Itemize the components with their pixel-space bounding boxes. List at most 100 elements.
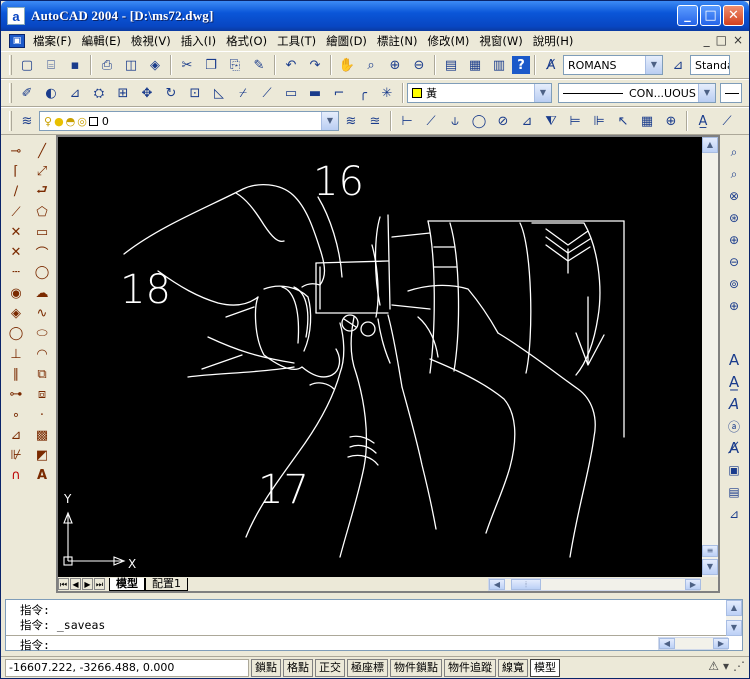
osnap-settings-icon[interactable]: ∩ bbox=[6, 466, 26, 486]
aligned-dimension-icon[interactable]: ⟋ bbox=[420, 110, 442, 132]
justify-text-icon[interactable]: ▤ bbox=[724, 481, 744, 503]
make-block-icon[interactable]: ⧈ bbox=[32, 385, 52, 405]
quick-leader-icon[interactable]: ↖ bbox=[612, 110, 634, 132]
polar-tracking-icon[interactable]: ⊸ bbox=[6, 141, 26, 161]
toggle-ortho[interactable]: 正交 bbox=[315, 658, 345, 677]
text-style-icon[interactable]: A̸ bbox=[540, 54, 562, 76]
multiline-text-icon[interactable]: A bbox=[32, 466, 52, 486]
command-window[interactable]: 指令: 指令: _saveas 指令: ▲ ▼ ◀ ▶ bbox=[5, 599, 743, 653]
zoom-window-icon[interactable]: ⊕ bbox=[384, 54, 406, 76]
move-tool-icon[interactable]: ✥ bbox=[136, 82, 158, 104]
hatch-icon[interactable]: ▩ bbox=[32, 425, 52, 445]
trim-tool-icon[interactable]: ⌿ bbox=[232, 82, 254, 104]
region-icon[interactable]: ◩ bbox=[32, 445, 52, 465]
snap-none-icon[interactable]: ⊮ bbox=[6, 445, 26, 465]
save-icon[interactable]: ▪ bbox=[64, 54, 86, 76]
properties-icon[interactable]: ▤ bbox=[440, 54, 462, 76]
maximize-button[interactable]: □ bbox=[700, 5, 721, 26]
linear-dimension-icon[interactable]: ⊢ bbox=[396, 110, 418, 132]
command-scrollbar[interactable]: ▲ ▼ bbox=[726, 600, 742, 636]
tolerance-icon[interactable]: ▦ bbox=[636, 110, 658, 132]
next-tab-button[interactable]: ▶ bbox=[82, 578, 93, 590]
convert-distance-icon[interactable]: ⊿ bbox=[724, 503, 744, 525]
rectangle-icon[interactable]: ▭ bbox=[32, 222, 52, 242]
zoom-center-icon[interactable]: ⊛ bbox=[724, 207, 744, 229]
snap-quadrant-icon[interactable]: ◈ bbox=[6, 303, 26, 323]
scale-text-icon[interactable]: ▣ bbox=[724, 459, 744, 481]
zoom-scale-icon[interactable]: ⊗ bbox=[724, 185, 744, 207]
menu-dimension[interactable]: 標註(N) bbox=[373, 33, 424, 49]
menu-insert[interactable]: 插入(I) bbox=[177, 33, 222, 49]
stretch-tool-icon[interactable]: ◺ bbox=[208, 82, 230, 104]
snap-midpoint-icon[interactable]: ⟋ bbox=[6, 202, 26, 222]
edit-text-icon[interactable]: A bbox=[724, 393, 744, 415]
quick-dimension-icon[interactable]: ⧨ bbox=[540, 110, 562, 132]
scroll-right-button[interactable]: ▶ bbox=[685, 579, 701, 590]
scroll-up-button[interactable]: ▲ bbox=[702, 137, 718, 153]
layer-manager-icon[interactable]: ≋ bbox=[16, 110, 38, 132]
document-icon[interactable]: ▣ bbox=[9, 34, 25, 48]
center-mark-icon[interactable]: ⊕ bbox=[660, 110, 682, 132]
scale-tool-icon[interactable]: ⊡ bbox=[184, 82, 206, 104]
status-menu-icon[interactable]: ▾ bbox=[723, 659, 729, 673]
design-center-icon[interactable]: ▦ bbox=[464, 54, 486, 76]
toggle-snap[interactable]: 鎖點 bbox=[251, 658, 281, 677]
layer-previous-button-icon[interactable]: ≊ bbox=[364, 110, 386, 132]
zoom-all-icon[interactable]: ⊚ bbox=[724, 273, 744, 295]
plot-preview-icon[interactable]: ◫ bbox=[120, 54, 142, 76]
chamfer-tool-icon[interactable]: ⌐ bbox=[328, 82, 350, 104]
toggle-polar[interactable]: 極座標 bbox=[347, 658, 388, 677]
scroll-left-button[interactable]: ◀ bbox=[489, 579, 505, 590]
minimize-button[interactable]: _ bbox=[677, 5, 698, 26]
array-tool-icon[interactable]: ⊞ bbox=[112, 82, 134, 104]
drawing-vertical-scrollbar[interactable]: ▲ ≡ ▼ bbox=[702, 137, 718, 577]
open-icon[interactable]: ⌸ bbox=[40, 54, 62, 76]
polygon-icon[interactable]: ⬠ bbox=[32, 202, 52, 222]
command-prompt[interactable]: 指令: bbox=[20, 637, 50, 653]
snap-insert-icon[interactable]: ⊶ bbox=[6, 385, 26, 405]
title-bar[interactable]: a AutoCAD 2004 - [D:\ms72.dwg] _ □ ✕ bbox=[1, 1, 749, 31]
pan-icon[interactable]: ✋ bbox=[336, 54, 358, 76]
last-tab-button[interactable]: ⏭ bbox=[94, 578, 105, 590]
autocad-app-icon[interactable]: a bbox=[7, 7, 25, 25]
zoom-in-icon[interactable]: ⊕ bbox=[724, 229, 744, 251]
communication-center-icon[interactable]: ⚠ bbox=[708, 659, 719, 673]
menu-edit[interactable]: 編輯(E) bbox=[78, 33, 127, 49]
ellipse-icon[interactable]: ⬭ bbox=[32, 324, 52, 344]
command-horizontal-scrollbar[interactable]: ◀ ▶ bbox=[658, 637, 729, 650]
menu-file[interactable]: 檔案(F) bbox=[29, 33, 78, 49]
arc-icon[interactable]: ⌒ bbox=[32, 242, 52, 262]
fillet-tool-icon[interactable]: ╭ bbox=[352, 82, 374, 104]
toggle-lineweight[interactable]: 線寬 bbox=[498, 658, 528, 677]
group-icon[interactable]: ⛭ bbox=[88, 82, 110, 104]
toolbar-grip[interactable] bbox=[9, 83, 12, 103]
doc-minimize-button[interactable]: _ bbox=[704, 33, 710, 47]
text-style-tool-icon[interactable]: A̸ bbox=[724, 437, 744, 459]
zoom-previous-icon[interactable]: ⊖ bbox=[408, 54, 430, 76]
prev-tab-button[interactable]: ◀ bbox=[70, 578, 81, 590]
baseline-dimension-icon[interactable]: ⊨ bbox=[564, 110, 586, 132]
revision-cloud-icon[interactable]: ☁ bbox=[32, 283, 52, 303]
break-tool-icon[interactable]: ▭ bbox=[280, 82, 302, 104]
dimension-text-edit-icon[interactable]: ⟋ bbox=[716, 110, 738, 132]
copy-icon[interactable]: ❐ bbox=[200, 54, 222, 76]
publish-icon[interactable]: ◈ bbox=[144, 54, 166, 76]
doc-restore-button[interactable]: □ bbox=[716, 33, 727, 47]
point-icon[interactable]: · bbox=[32, 405, 52, 425]
mirror-tool-icon[interactable]: ⊿ bbox=[64, 82, 86, 104]
construction-line-icon[interactable]: ⤢ bbox=[32, 161, 52, 181]
rotate-tool-icon[interactable]: ↻ bbox=[160, 82, 182, 104]
zoom-extents-icon[interactable]: ⊕ bbox=[724, 295, 744, 317]
zoom-realtime-icon[interactable]: ⌕ bbox=[360, 54, 382, 76]
command-scroll-up[interactable]: ▲ bbox=[726, 600, 742, 616]
ellipse-arc-icon[interactable]: ◠ bbox=[32, 344, 52, 364]
tab-model[interactable]: 模型 bbox=[109, 577, 145, 591]
menu-format[interactable]: 格式(O) bbox=[222, 33, 273, 49]
explode-tool-icon[interactable]: ✳ bbox=[376, 82, 398, 104]
resize-grip-icon[interactable]: ⋰ bbox=[733, 659, 745, 673]
command-scroll-down[interactable]: ▼ bbox=[726, 620, 742, 636]
command-scroll-left[interactable]: ◀ bbox=[659, 638, 675, 649]
first-tab-button[interactable]: ⏮ bbox=[58, 578, 69, 590]
radius-dimension-icon[interactable]: ◯ bbox=[468, 110, 490, 132]
multiline-text-tool-icon[interactable]: A bbox=[724, 349, 744, 371]
